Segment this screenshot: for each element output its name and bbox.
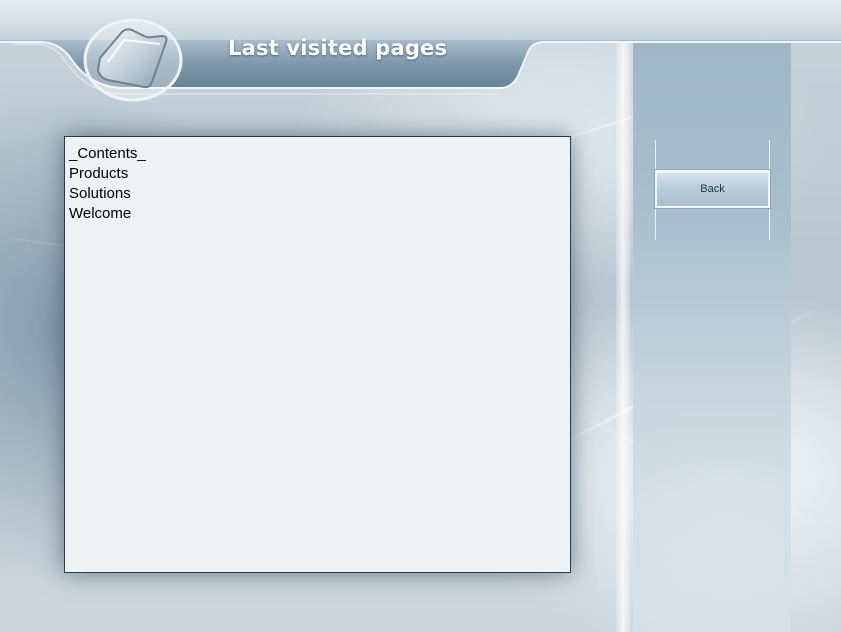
panel-rail: [616, 42, 630, 632]
page-title: Last visited pages: [228, 36, 448, 60]
history-list[interactable]: _Contents_ Products Solutions Welcome: [64, 136, 571, 573]
list-item[interactable]: Solutions: [69, 184, 566, 204]
list-item[interactable]: Products: [69, 164, 566, 184]
right-panel: [633, 42, 791, 632]
list-item[interactable]: _Contents_: [69, 144, 566, 164]
folder-icon: [78, 10, 188, 105]
back-button[interactable]: Back: [654, 169, 771, 209]
header-bar: Last visited pages: [0, 0, 841, 110]
app-window: Last visited pages _Contents_ Products S…: [0, 0, 841, 632]
list-item[interactable]: Welcome: [69, 204, 566, 224]
